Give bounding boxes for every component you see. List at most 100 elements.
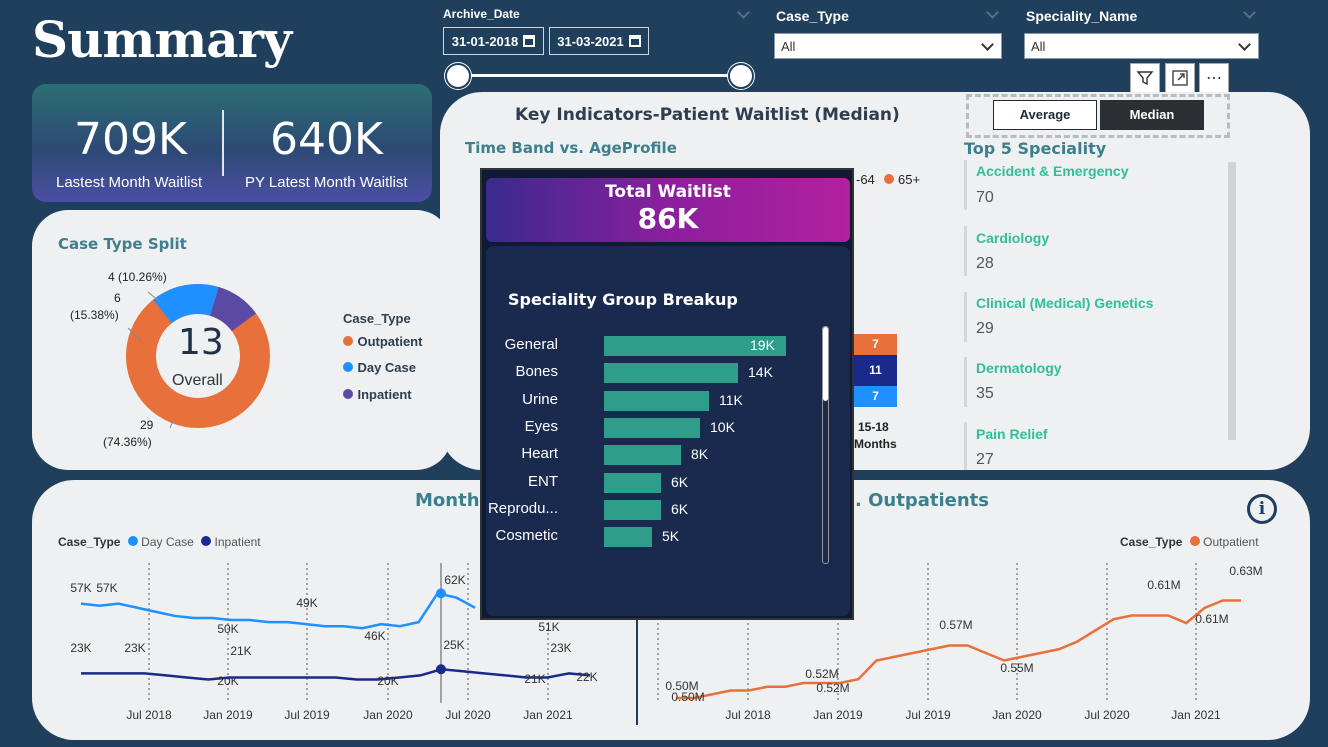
- chevron-down-icon[interactable]: [737, 6, 750, 19]
- top5-item-name: Pain Relief: [976, 426, 1048, 442]
- speciality-bar-value: 11K: [719, 391, 743, 408]
- speciality-bar-chart[interactable]: General 19K Bones 14K Urine 11K Eyes 10K Heart 8K…: [486, 336, 816, 566]
- chevron-down-icon: [1238, 38, 1251, 51]
- data-label: 25K: [443, 638, 464, 652]
- calendar-icon[interactable]: [628, 35, 641, 47]
- speciality-bar-value: 6K: [671, 500, 689, 517]
- speciality-bar[interactable]: [604, 445, 681, 466]
- speciality-bar-label: Cosmetic: [495, 527, 558, 545]
- filter-icon[interactable]: [1130, 63, 1160, 93]
- inpatient-dot-icon: [343, 389, 353, 399]
- timeband-bar-segment[interactable]: 7: [854, 386, 897, 407]
- speciality-bar-row[interactable]: Cosmetic 5K: [486, 527, 816, 548]
- data-label: 0.55M: [1000, 661, 1033, 675]
- speciality-bar[interactable]: [604, 499, 661, 520]
- case-type-value: All: [781, 38, 796, 54]
- speciality-bar-row[interactable]: ENT 6K: [486, 472, 816, 493]
- x-tick-label: Jan 2019: [813, 708, 863, 722]
- archive-date-label: Archive_Date: [443, 7, 520, 21]
- py-waitlist-label: PY Latest Month Waitlist: [245, 174, 408, 191]
- top5-divider: [964, 292, 967, 342]
- speciality-bar-value: 10K: [710, 418, 735, 435]
- x-tick-label: Jul 2018: [725, 708, 771, 722]
- slider-end-handle[interactable]: [728, 63, 754, 89]
- case-type-dropdown[interactable]: All: [774, 33, 1002, 59]
- tooltip-scroll-thumb[interactable]: [823, 327, 828, 401]
- slider-start-handle[interactable]: [445, 63, 471, 89]
- date-from-input[interactable]: 31-01-2018: [443, 27, 544, 55]
- daycase-pct-label: (15.38%): [70, 308, 119, 322]
- speciality-bar-row[interactable]: Bones 14K: [486, 363, 816, 384]
- top5-item-value: 28: [976, 255, 994, 272]
- monthly-title-right: . Outpatients: [855, 490, 989, 511]
- tooltip-card: Total Waitlist 86K Speciality Group Brea…: [480, 168, 854, 620]
- date-range-track[interactable]: [458, 74, 742, 77]
- hover-marker[interactable]: [436, 664, 446, 675]
- legend-item-daycase[interactable]: Day Case: [343, 359, 416, 377]
- top5-divider: [964, 226, 967, 276]
- speciality-value: All: [1031, 38, 1046, 54]
- x-tick-label: Jan 2020: [992, 708, 1042, 722]
- data-label: 20K: [377, 674, 398, 688]
- average-toggle-button[interactable]: Average: [993, 100, 1097, 130]
- speciality-bar[interactable]: [604, 527, 652, 548]
- date-to-input[interactable]: 31-03-2021: [549, 27, 649, 55]
- daycase-dot-icon: [127, 536, 138, 546]
- top5-item-value: 70: [976, 189, 994, 206]
- timeband-category-label-2: Months: [854, 437, 897, 451]
- speciality-bar-label: Urine: [522, 390, 558, 408]
- x-tick-label: Jul 2019: [284, 708, 330, 722]
- latest-waitlist-value: 709K: [74, 114, 187, 165]
- top5-scrollbar[interactable]: [1228, 162, 1236, 440]
- speciality-dropdown[interactable]: All: [1024, 33, 1259, 59]
- outpatient-dot-icon: [343, 336, 353, 346]
- data-label: 0.57M: [939, 618, 972, 632]
- calendar-icon[interactable]: [523, 35, 536, 47]
- page-title: Summary: [32, 10, 292, 69]
- chevron-down-icon[interactable]: [986, 6, 999, 19]
- data-label: 22K: [576, 670, 597, 684]
- line-series-day-case[interactable]: [80, 591, 476, 630]
- data-label: 23K: [550, 641, 571, 655]
- legend-item-inpatient[interactable]: Inpatient: [343, 386, 412, 404]
- kpi-divider: [222, 110, 224, 176]
- x-tick-label: Jan 2021: [523, 708, 573, 722]
- monthly-title-left: Monthl: [415, 490, 486, 511]
- data-label: 0.61M: [1195, 612, 1228, 626]
- data-label: 23K: [70, 641, 91, 655]
- data-label: 0.50M: [671, 690, 704, 704]
- speciality-bar[interactable]: [604, 417, 700, 438]
- speciality-bar-row[interactable]: Eyes 10K: [486, 417, 816, 438]
- speciality-bar[interactable]: [604, 363, 738, 384]
- date-to-value: 31-03-2021: [557, 33, 624, 49]
- top5-divider: [964, 422, 967, 470]
- timeband-bar-segment[interactable]: 7: [854, 334, 897, 355]
- speciality-bar-value: 19K: [750, 337, 775, 353]
- x-tick-label: Jan 2020: [363, 708, 413, 722]
- speciality-bar[interactable]: [604, 390, 709, 411]
- x-tick-label: Jan 2019: [203, 708, 253, 722]
- timeband-bar-segment[interactable]: 11: [854, 355, 897, 386]
- speciality-bar[interactable]: [604, 472, 661, 493]
- data-label: 57K: [70, 581, 91, 595]
- speciality-bar-label: ENT: [528, 472, 558, 490]
- hover-marker[interactable]: [436, 588, 446, 599]
- legend-item-outpatient[interactable]: Outpatient: [343, 333, 422, 351]
- data-label: 0.63M: [1229, 564, 1262, 578]
- line-series-inpatient[interactable]: [81, 667, 591, 681]
- speciality-bar-row[interactable]: Heart 8K: [486, 445, 816, 466]
- date-from-value: 31-01-2018: [451, 33, 519, 49]
- speciality-bar-row[interactable]: General 19K: [486, 336, 816, 356]
- more-options-icon[interactable]: ⋯: [1199, 63, 1229, 93]
- outpatient-pct-label: (74.36%): [103, 435, 152, 449]
- top5-divider: [964, 160, 967, 210]
- speciality-bar-row[interactable]: Urine 11K: [486, 390, 816, 411]
- focus-mode-icon[interactable]: [1165, 63, 1195, 93]
- speciality-bar-row[interactable]: Reprodu... 6K: [486, 499, 816, 520]
- median-toggle-button[interactable]: Median: [1100, 100, 1204, 130]
- timeband-category-label: 15-18: [858, 420, 889, 434]
- data-label: 20K: [217, 674, 238, 688]
- info-icon[interactable]: i: [1247, 494, 1277, 524]
- tooltip-value: 86K: [637, 202, 699, 235]
- chevron-down-icon[interactable]: [1243, 6, 1256, 19]
